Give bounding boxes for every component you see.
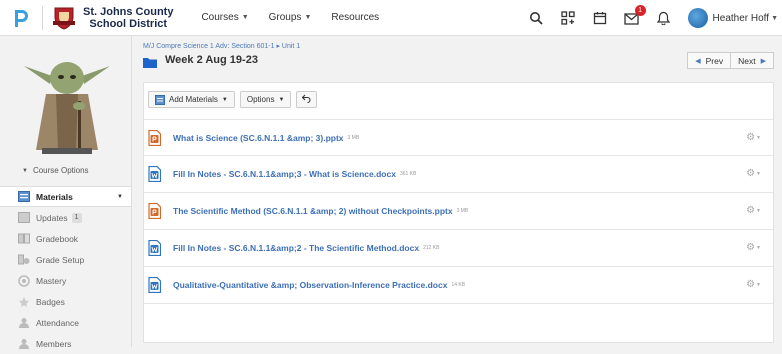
calendar-icon[interactable] [592,10,608,26]
materials-list: What is Science (SC.6.N.1.1 &amp; 3).ppt… [144,119,773,304]
course-options-toggle[interactable]: ▼ Course Options [22,166,89,175]
list-item[interactable]: Qualitative-Quantitative &amp; Observati… [144,267,773,304]
material-title-link[interactable]: The Scientific Method (SC.6.N.1.1 &amp; … [173,206,453,216]
sidebar-item-badges[interactable]: Badges [0,291,131,312]
chevron-left-icon: ◀ [695,57,701,65]
badges-icon [18,296,30,308]
material-title-link[interactable]: What is Science (SC.6.N.1.1 &amp; 3).ppt… [173,133,344,143]
course-profile-image [22,46,112,156]
add-materials-icon [155,94,165,105]
updates-count-badge: 1 [71,212,82,223]
file-size: 212 KB [423,245,440,251]
file-size: 3 MB [456,208,469,214]
gear-icon[interactable]: ⚙ ▼ [746,132,761,143]
materials-icon [18,191,30,203]
apps-grid-icon[interactable] [560,10,576,26]
district-crest-icon[interactable] [51,5,77,31]
list-item[interactable]: Fill In Notes - SC.6.N.1.1&amp;2 - The S… [144,230,773,267]
gear-icon[interactable]: ⚙ ▼ [746,205,761,216]
sidebar-item-mastery[interactable]: Mastery [0,270,131,291]
message-count-badge: 1 [634,5,646,16]
search-icon[interactable] [528,10,544,26]
chevron-down-icon: ▼ [22,167,28,174]
updates-icon [18,212,30,224]
sidebar-item-attendance[interactable]: Attendance [0,312,131,333]
chevron-down-icon: ▼ [278,96,285,103]
add-materials-button[interactable]: Add Materials ▼ [148,91,235,108]
sidebar-item-members[interactable]: Members [0,333,131,354]
mastery-icon [18,274,30,287]
course-nav-list: Materials ▼ Updates 1 Gradebook Grade Se… [0,186,131,354]
course-sidebar: ▼ Course Options Materials ▼ Updates 1 G… [0,36,132,349]
main-nav: Courses ▼ Groups ▼ Resources [201,12,399,23]
main-content: M/J Compre Science 1 Adv: Section 601-1 … [132,36,782,347]
gear-icon[interactable]: ⚙ ▼ [746,279,761,290]
folder-pager: ◀ Prev Next ▶ [687,52,774,69]
word-file-icon [148,239,162,257]
nav-courses[interactable]: Courses ▼ [201,12,248,23]
grade-setup-icon [18,254,30,266]
nav-groups[interactable]: Groups ▼ [269,12,312,23]
undo-icon [302,94,311,105]
breadcrumb[interactable]: M/J Compre Science 1 Adv: Section 601-1 … [143,42,300,50]
file-size: 361 KB [399,171,417,177]
attendance-icon [18,317,30,329]
header-divider [42,5,43,30]
bell-icon[interactable] [656,10,672,26]
materials-toolbar: Add Materials ▼ Options ▼ [148,91,322,108]
file-size: 3 MB [347,134,360,141]
chevron-down-icon: ▼ [304,14,312,21]
word-file-icon [148,276,162,294]
page-title: Week 2 Aug 19-23 [165,54,258,66]
chevron-down-icon: ▼ [221,96,228,103]
chevron-down-icon[interactable]: ▼ [771,15,778,22]
file-size: 14 KB [451,282,466,288]
top-navigation-bar: St. Johns County School District Courses… [0,0,782,36]
powerpoint-file-icon [148,129,162,146]
sidebar-item-grade-setup[interactable]: Grade Setup [0,249,131,270]
page-title-row: Week 2 Aug 19-23 [143,54,258,68]
sidebar-item-materials[interactable]: Materials ▼ [0,186,131,207]
word-file-icon [148,165,162,183]
header-tools: 1 Heather Hoff ▼ [528,0,782,36]
avatar[interactable] [687,8,708,28]
members-icon [18,338,30,350]
sidebar-item-updates[interactable]: Updates 1 [0,207,131,228]
chevron-down-icon[interactable]: ▼ [117,194,123,200]
undo-button[interactable] [296,91,318,108]
sidebar-item-gradebook[interactable]: Gradebook [0,228,131,249]
material-title-link[interactable]: Qualitative-Quantitative &amp; Observati… [173,280,447,290]
nav-resources[interactable]: Resources [331,12,379,23]
schoology-logo-icon[interactable] [10,7,32,29]
powerpoint-file-icon [148,202,162,220]
chevron-right-icon: ▶ [760,57,766,65]
material-title-link[interactable]: Fill In Notes - SC.6.N.1.1&amp;3 - What … [173,169,396,179]
district-name[interactable]: St. Johns County School District [83,6,173,30]
user-name[interactable]: Heather Hoff [713,13,770,24]
prev-button[interactable]: ◀ Prev [687,52,732,69]
messages-icon[interactable]: 1 [624,5,646,26]
material-title-link[interactable]: Fill In Notes - SC.6.N.1.1&amp;2 - The S… [173,243,419,253]
list-item[interactable]: What is Science (SC.6.N.1.1 &amp; 3).ppt… [144,119,773,156]
list-item[interactable]: Fill In Notes - SC.6.N.1.1&amp;3 - What … [144,156,773,193]
options-button[interactable]: Options ▼ [239,91,292,108]
folder-icon [143,55,157,68]
gradebook-icon [18,233,30,245]
chevron-down-icon: ▼ [241,14,249,21]
next-button[interactable]: Next ▶ [731,52,774,69]
gear-icon[interactable]: ⚙ ▼ [746,168,761,179]
materials-panel: Add Materials ▼ Options ▼ What is Scienc… [143,82,774,343]
gear-icon[interactable]: ⚙ ▼ [746,242,761,253]
list-item[interactable]: The Scientific Method (SC.6.N.1.1 &amp; … [144,193,773,230]
